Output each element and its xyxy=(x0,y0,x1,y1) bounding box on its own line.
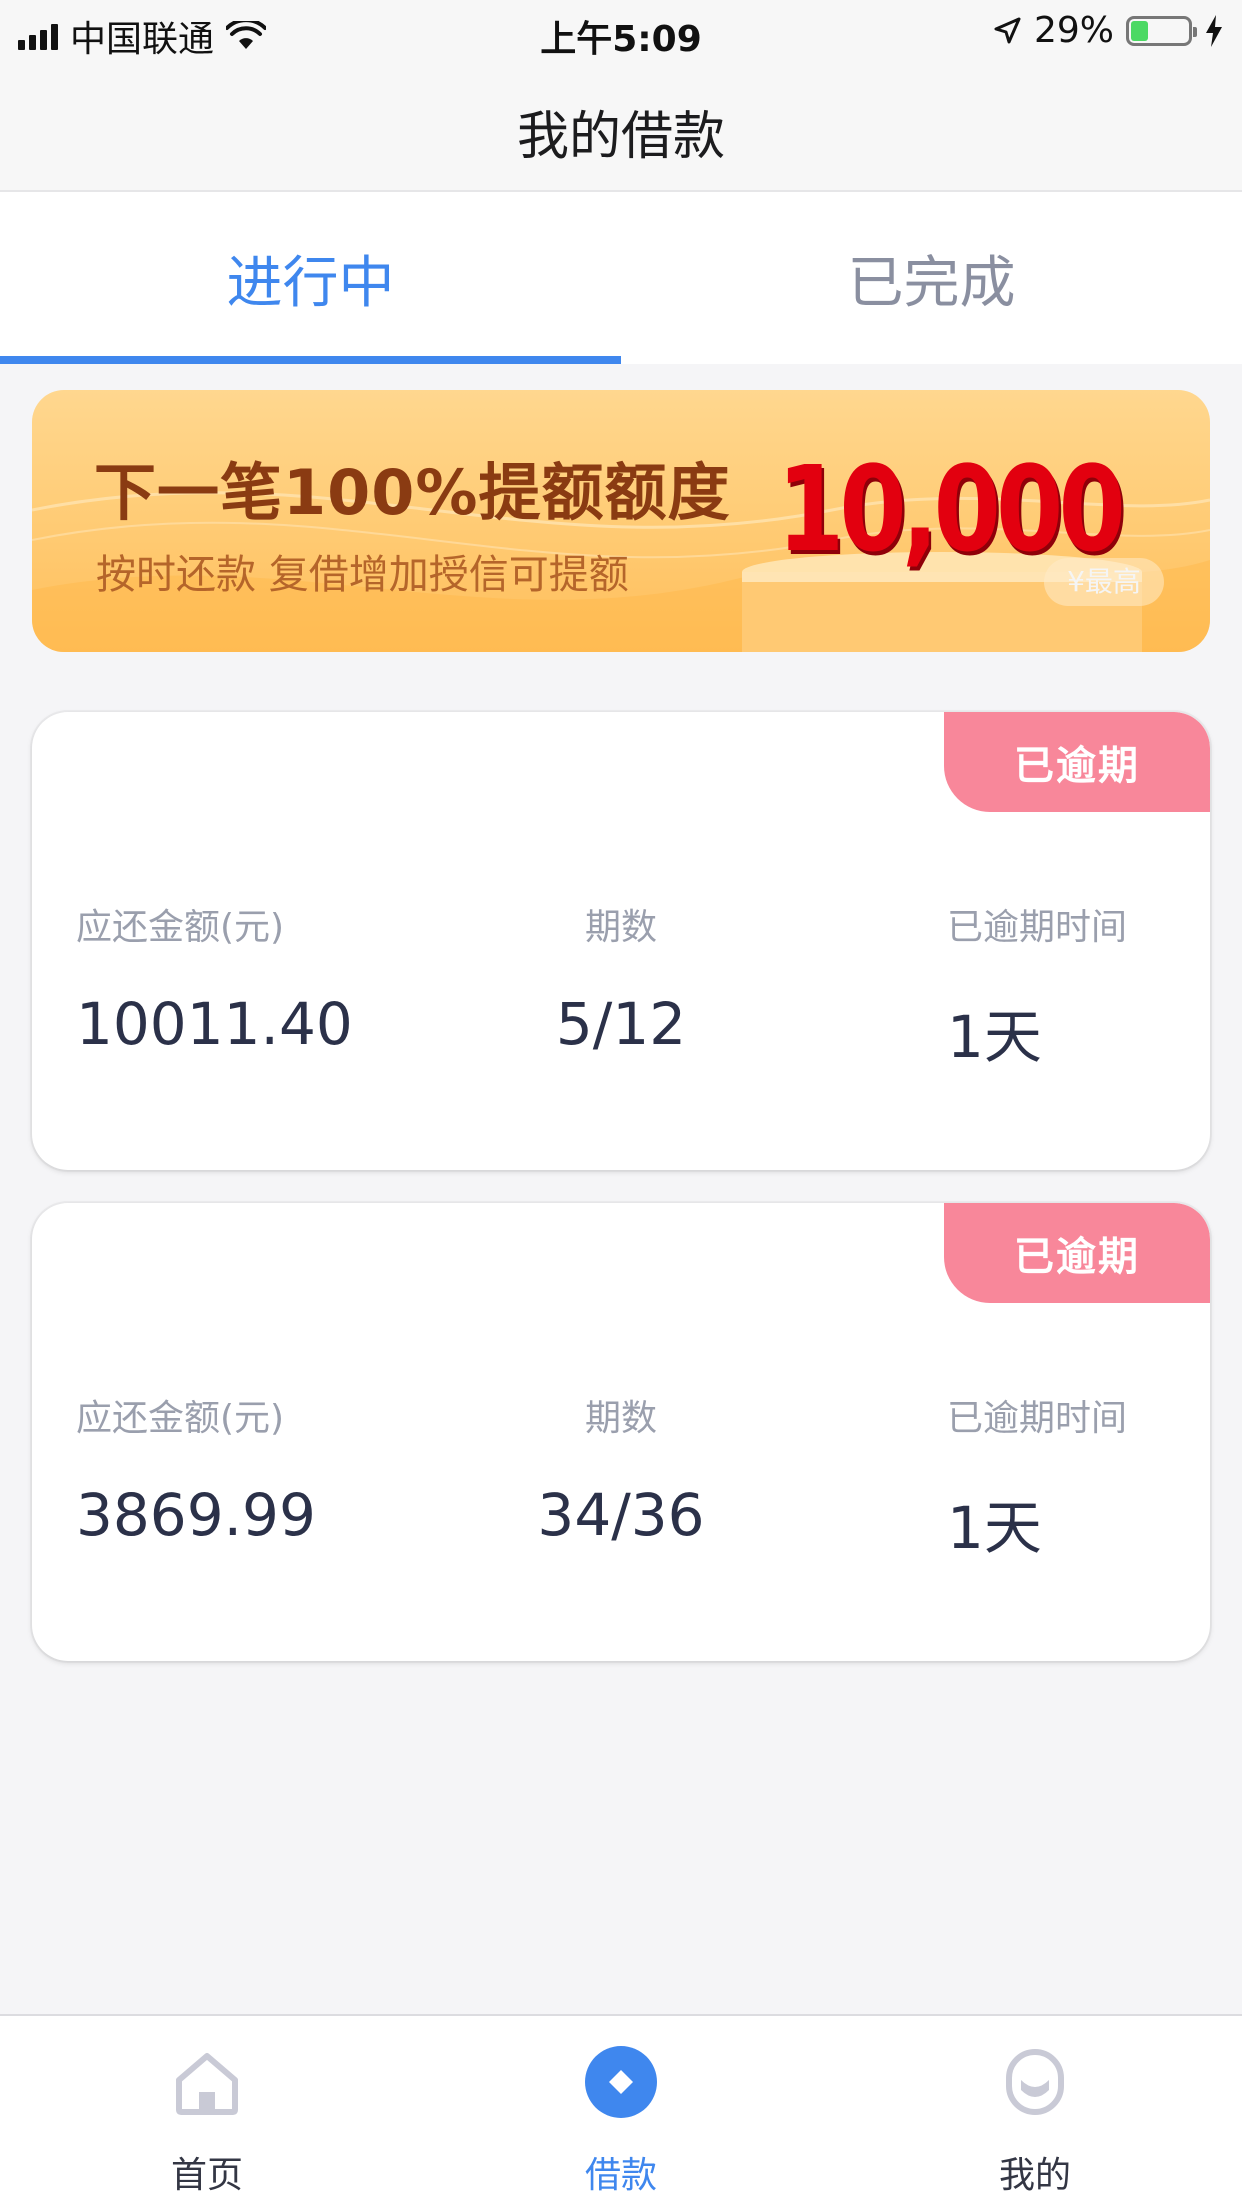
overdue-time-column: 已逾期时间 1天 xyxy=(947,1389,1127,1565)
tab-completed[interactable]: 已完成 xyxy=(621,192,1242,364)
installment-column: 期数 5/12 xyxy=(421,898,821,1058)
profile-icon xyxy=(1006,2049,1064,2115)
amount-due-value: 3869.99 xyxy=(76,1481,316,1549)
tabbar-label-home: 首页 xyxy=(170,2155,243,2196)
banner-title: 下一笔100%提额额度 xyxy=(94,456,731,529)
overdue-badge: 已逾期 xyxy=(944,712,1210,812)
overdue-badge: 已逾期 xyxy=(944,1203,1210,1303)
page-title: 我的借款 xyxy=(516,107,725,167)
tabbar-label-loan: 借款 xyxy=(584,2155,657,2196)
overdue-time-label: 已逾期时间 xyxy=(947,1398,1128,1439)
installment-label: 期数 xyxy=(584,1398,657,1439)
credit-increase-banner[interactable]: 下一笔100%提额额度 按时还款 复借增加授信可提额 10,000 ¥最高 xyxy=(32,390,1210,652)
banner-subtitle: 按时还款 复借增加授信可提额 xyxy=(96,552,629,598)
home-icon xyxy=(176,2053,238,2115)
navigation-bar: 我的借款 xyxy=(0,64,1242,192)
battery-icon xyxy=(1126,15,1197,46)
battery-percent: 29% xyxy=(1033,10,1114,51)
amount-due-column: 应还金额(元) 10011.40 xyxy=(76,898,353,1058)
tabbar-item-profile[interactable]: 我的 xyxy=(828,2016,1242,2208)
status-right: 29% xyxy=(992,10,1224,51)
installment-label: 期数 xyxy=(584,907,657,948)
installment-value: 34/36 xyxy=(537,1481,705,1549)
loan-card[interactable]: 已逾期 应还金额(元) 10011.40 期数 5/12 已逾期时间 1天 xyxy=(32,712,1210,1170)
tab-in-progress[interactable]: 进行中 xyxy=(0,192,621,364)
active-tab-indicator xyxy=(0,356,621,364)
overdue-time-value: 1天 xyxy=(947,1003,1042,1071)
loan-icon xyxy=(585,2046,657,2118)
tabbar-label-profile: 我的 xyxy=(998,2155,1071,2196)
loan-card[interactable]: 已逾期 应还金额(元) 3869.99 期数 34/36 已逾期时间 1天 xyxy=(32,1203,1210,1661)
overdue-time-label: 已逾期时间 xyxy=(947,907,1128,948)
overdue-time-column: 已逾期时间 1天 xyxy=(947,898,1127,1074)
installment-value: 5/12 xyxy=(555,990,687,1058)
loan-status-tabs: 进行中 已完成 xyxy=(0,192,1242,364)
overdue-time-value: 1天 xyxy=(947,1494,1042,1562)
amount-due-value: 10011.40 xyxy=(76,990,353,1058)
bottom-tab-bar: 首页 借款 我的 xyxy=(0,2014,1242,2208)
tabbar-item-loan[interactable]: 借款 xyxy=(414,2016,828,2208)
location-arrow-icon xyxy=(994,17,1021,43)
amount-due-label: 应还金额(元) xyxy=(76,907,285,948)
amount-due-column: 应还金额(元) 3869.99 xyxy=(76,1389,316,1549)
tabbar-item-home[interactable]: 首页 xyxy=(0,2016,414,2208)
charging-bolt-icon xyxy=(1206,14,1222,47)
status-bar: 中国联通 上午5:09 29% xyxy=(0,0,1242,64)
banner-max-hint: ¥最高 xyxy=(1044,558,1164,606)
amount-due-label: 应还金额(元) xyxy=(76,1398,285,1439)
installment-column: 期数 34/36 xyxy=(421,1389,821,1549)
